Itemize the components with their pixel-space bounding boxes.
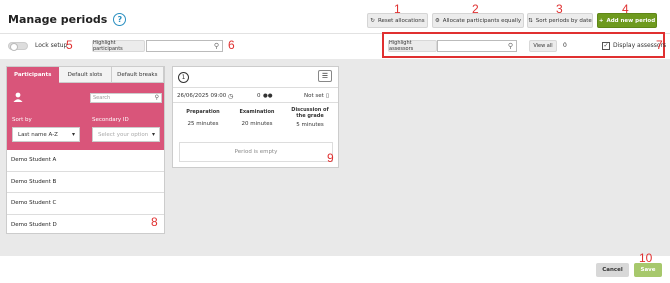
annotation-8: 8 [151,215,158,229]
annotation-6: 6 [228,38,235,52]
sort-periods-label: Sort periods by date [535,17,592,24]
participant-count: 0 [257,93,261,99]
help-icon[interactable]: ? [113,13,127,26]
period-datetime: 26/06/2025 09:00 [177,93,227,99]
list-item[interactable]: Demo Student A [7,150,164,172]
discussion-column: Discussion of the grade 5 minutes [280,107,340,128]
plus-icon: + [598,17,604,24]
sort-by-value: Last name A-Z [18,131,58,138]
annotation-10: 10 [639,251,653,265]
group-icon: ●● [263,93,273,99]
annotation-3: 3 [556,2,563,16]
assessor-count: 0 [563,42,567,49]
preparation-label: Preparation [186,109,220,115]
tab-default-breaks[interactable]: Default breaks [111,67,164,83]
add-new-period-label: Add new period [606,17,656,24]
examination-label: Examination [239,109,275,115]
sort-icon: ⇅ [528,17,533,24]
page-title-text: Manage periods [8,13,108,26]
annotation-1: 1 [394,2,401,16]
annotation-4: 4 [622,2,629,16]
room-value: Not set [304,93,324,99]
secondary-id-label: Secondary ID [92,117,129,123]
participant-search-input[interactable]: Search ⚲ [90,93,162,103]
secondary-id-placeholder: Select your option [98,131,149,138]
lock-setup-toggle[interactable] [8,42,28,51]
display-assessors-checkbox[interactable]: ✓ [602,42,610,50]
lock-setup-label: Lock setup [35,42,68,49]
sort-by-label: Sort by [12,117,32,123]
discussion-value: 5 minutes [296,122,324,128]
person-icon [13,92,23,102]
annotation-5: 5 [66,38,73,52]
search-icon: ⚲ [154,94,159,101]
reset-icon: ↻ [370,17,375,24]
preparation-value: 25 minutes [187,121,219,127]
view-all-button[interactable]: View all [529,40,557,52]
highlight-participants-input[interactable]: ⚲ [146,40,223,52]
annotation-9: 9 [327,151,334,165]
participants-filter-area: Search ⚲ Sort by Secondary ID Last name … [7,83,164,150]
participants-tabs: Participants Default slots Default break… [7,67,164,83]
discussion-label: Discussion of the grade [291,107,329,119]
sort-by-select[interactable]: Last name A-Z ▾ [12,127,80,142]
annotation-7: 7 [656,38,663,52]
page-title: Manage periods ? [8,13,127,26]
list-item[interactable]: Demo Student C [7,193,164,215]
door-icon: ▯ [326,93,330,99]
list-item[interactable]: Demo Student D [7,215,164,237]
secondary-id-select[interactable]: Select your option ▾ [92,127,160,142]
menu-icon[interactable]: ☰ [318,70,332,82]
period-card: 1 ☰ 26/06/2025 09:00 ◷ 0 ●● Not set ▯ Pr… [172,66,339,168]
highlight-assessors-input[interactable]: ⚲ [437,40,517,52]
period-empty-slot[interactable]: Period is empty [179,142,333,162]
period-info-row: 26/06/2025 09:00 ◷ 0 ●● Not set ▯ [173,87,338,103]
reset-allocations-label: Reset allocations [377,17,425,24]
participants-panel: Participants Default slots Default break… [6,66,165,234]
search-icon: ⚲ [213,42,219,50]
highlight-participants-label: Highlight participants [92,40,145,52]
clock-icon: ◷ [228,93,234,100]
annotation-2: 2 [472,2,479,16]
tab-default-slots[interactable]: Default slots [59,67,112,83]
caret-down-icon: ▾ [71,131,75,138]
search-icon: ⚲ [507,42,513,50]
preparation-column: Preparation 25 minutes [173,109,233,127]
list-item[interactable]: Demo Student B [7,172,164,193]
tab-participants[interactable]: Participants [7,67,60,83]
period-index: 1 [178,72,189,83]
examination-column: Examination 20 minutes [227,109,287,127]
group-icon: ⚙ [434,17,440,24]
participant-search-placeholder: Search [93,95,111,101]
caret-down-icon: ▾ [151,131,155,138]
cancel-button[interactable]: Cancel [596,263,629,277]
save-button[interactable]: Save [634,263,662,277]
examination-value: 20 minutes [241,121,273,127]
highlight-assessors-label: Highlight assessors [388,40,437,52]
participant-list: Demo Student A Demo Student B Demo Stude… [7,150,164,236]
allocate-participants-label: Allocate participants equally [442,17,522,24]
